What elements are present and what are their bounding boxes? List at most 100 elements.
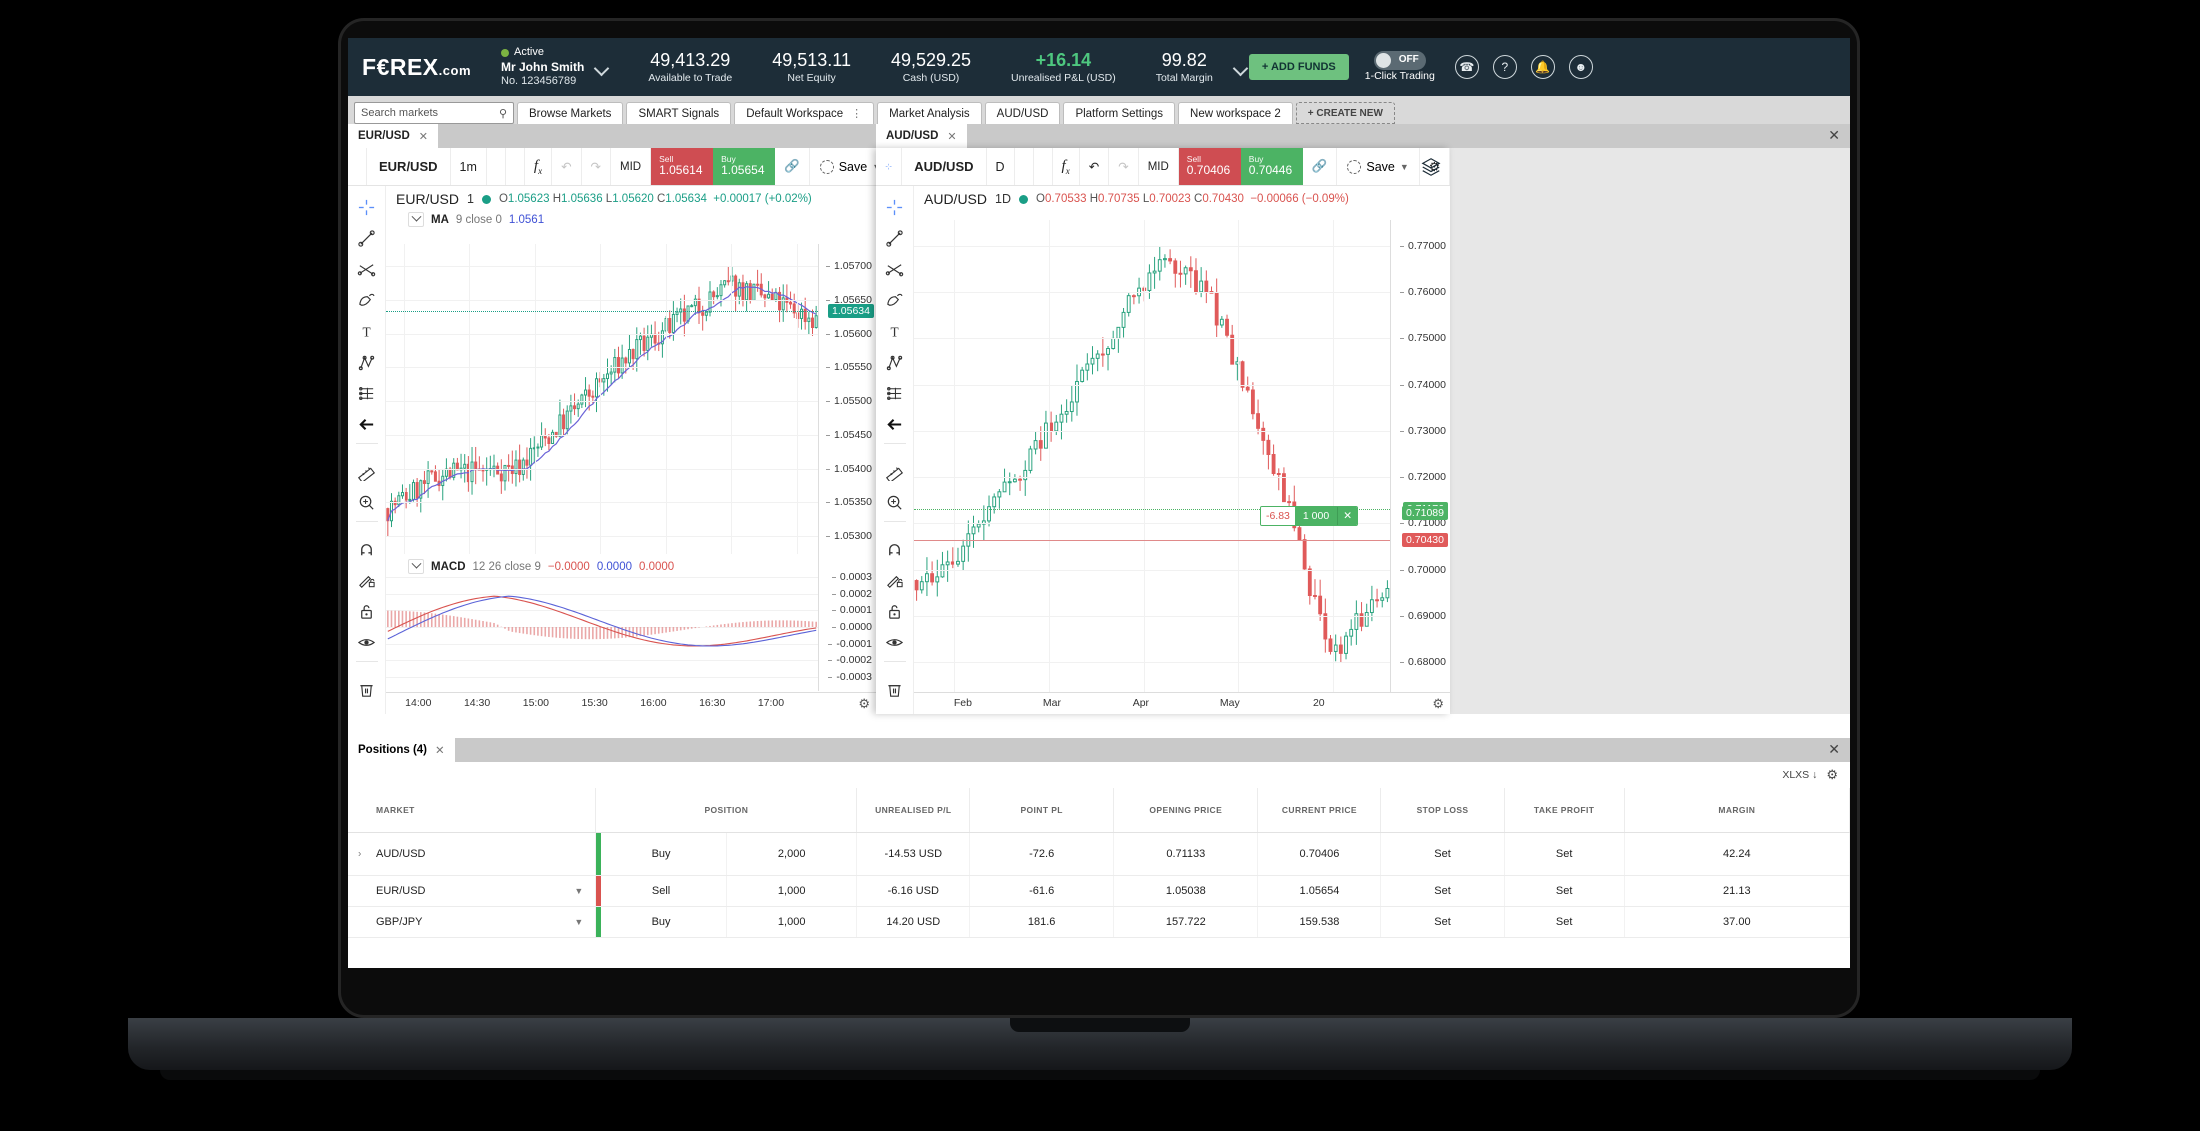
- fork-lines-tool-icon[interactable]: [880, 254, 910, 284]
- col-current-price[interactable]: CURRENT PRICE: [1257, 788, 1382, 833]
- col-unrealised-pl[interactable]: UNREALISED P/L: [856, 788, 971, 833]
- forex-logo[interactable]: F€REX.com: [362, 54, 471, 81]
- macd-plot-eurusd[interactable]: 0.0003 0.0002 0.0001 0.0000 -0.0001 -0.0002 -0…: [386, 553, 876, 691]
- col-margin[interactable]: MARGIN: [1624, 788, 1850, 833]
- chevron-down-icon[interactable]: ▼: [574, 886, 583, 896]
- col-market[interactable]: MARKET: [348, 788, 597, 833]
- text-tool-icon[interactable]: T: [880, 316, 910, 346]
- col-point-pl[interactable]: POINT PL: [969, 788, 1115, 833]
- add-indicator-icon[interactable]: [1034, 148, 1053, 185]
- ruler-tool-icon[interactable]: [880, 456, 910, 486]
- text-tool-icon[interactable]: T: [352, 316, 382, 346]
- undo-icon[interactable]: ↶: [552, 148, 582, 185]
- pencil-lock-icon[interactable]: [880, 565, 910, 595]
- price-level-badge[interactable]: 0.70430: [1402, 533, 1448, 548]
- magnet-tool-icon[interactable]: [352, 534, 382, 564]
- arrow-tool-icon[interactable]: [352, 409, 382, 439]
- function-icon[interactable]: fx: [1053, 148, 1080, 185]
- price-plot-audusd[interactable]: -6.83 1 000 ✕ 0.77000 0.76000 0.75000 0.74000 0…: [914, 220, 1450, 692]
- mid-price-label[interactable]: MID: [611, 148, 652, 185]
- pencil-lock-icon[interactable]: [352, 565, 382, 595]
- search-input[interactable]: Search markets ⚲: [354, 102, 514, 124]
- workspace-tab-market-analysis[interactable]: Market Analysis: [877, 102, 982, 124]
- close-icon[interactable]: ✕: [435, 743, 445, 757]
- workspace-tab-smart-signals[interactable]: SMART Signals: [626, 102, 732, 124]
- undo-icon[interactable]: ↶: [1080, 148, 1110, 185]
- open-position-marker[interactable]: -6.83 1 000 ✕: [1259, 506, 1358, 527]
- workspace-tab-platform-settings[interactable]: Platform Settings: [1063, 102, 1176, 124]
- lock-icon[interactable]: [352, 596, 382, 626]
- eye-visibility-icon[interactable]: [352, 627, 382, 657]
- save-chart-button-audusd[interactable]: Save ▼: [1337, 148, 1420, 185]
- crosshair-tool-icon[interactable]: [352, 192, 382, 222]
- link-icon[interactable]: 🔗: [1303, 148, 1338, 185]
- marker-close-icon[interactable]: ✕: [1337, 507, 1357, 526]
- buy-button-eurusd[interactable]: Buy 1.05654: [713, 148, 776, 185]
- cell-stop-loss[interactable]: Set: [1380, 906, 1505, 938]
- expand-row-icon[interactable]: ›: [358, 849, 361, 860]
- fibonacci-tool-icon[interactable]: [880, 378, 910, 408]
- delete-trash-icon[interactable]: [352, 674, 382, 704]
- sell-button-audusd[interactable]: Sell 0.70406: [1178, 148, 1241, 185]
- function-icon[interactable]: fx: [525, 148, 553, 185]
- pitchfork-tool-icon[interactable]: [880, 347, 910, 377]
- cell-stop-loss[interactable]: Set: [1380, 875, 1505, 907]
- user-icon[interactable]: ☻: [1568, 55, 1593, 79]
- stats-chevron-down-icon[interactable]: [1233, 59, 1249, 75]
- panel-tab-audusd[interactable]: AUD/USD ✕: [876, 124, 967, 148]
- cell-take-profit[interactable]: Set: [1504, 832, 1625, 876]
- price-axis-audusd[interactable]: 0.77000 0.76000 0.75000 0.74000 0.73000 0.720…: [1390, 220, 1450, 692]
- one-click-toggle[interactable]: OFF: [1373, 50, 1426, 70]
- panel-tab-eurusd[interactable]: EUR/USD ✕: [348, 124, 438, 148]
- help-icon[interactable]: ?: [1492, 55, 1517, 79]
- lock-icon[interactable]: [880, 596, 910, 626]
- zoom-tool-icon[interactable]: [352, 487, 382, 517]
- current-price-badge[interactable]: 1.05634: [828, 303, 874, 318]
- magnet-tool-icon[interactable]: [880, 534, 910, 564]
- pitchfork-tool-icon[interactable]: [352, 347, 382, 377]
- price-axis-eurusd[interactable]: 1.05700 1.05650 1.05600 1.05550 1.05500 1.054…: [818, 244, 876, 554]
- chevron-down-icon[interactable]: ▼: [574, 917, 583, 927]
- positions-panel-close-icon[interactable]: ✕: [1828, 741, 1840, 758]
- col-opening-price[interactable]: OPENING PRICE: [1113, 788, 1259, 833]
- indicator-collapse-icon[interactable]: [408, 212, 424, 227]
- account-chevron-down-icon[interactable]: [594, 59, 610, 75]
- redo-icon[interactable]: ↷: [1109, 148, 1139, 185]
- close-icon[interactable]: ✕: [947, 130, 956, 143]
- kebab-menu-icon[interactable]: ⋮: [851, 107, 862, 120]
- chart-symbol-eurusd[interactable]: EUR/USD: [367, 148, 451, 185]
- cell-market[interactable]: GBP/JPY ▼: [348, 906, 597, 938]
- cell-take-profit[interactable]: Set: [1504, 906, 1625, 938]
- workspace-tab-audusd[interactable]: AUD/USD: [984, 102, 1061, 124]
- arrow-tool-icon[interactable]: [880, 409, 910, 439]
- delete-trash-icon[interactable]: [880, 674, 910, 704]
- fibonacci-tool-icon[interactable]: [352, 378, 382, 408]
- cell-stop-loss[interactable]: Set: [1380, 832, 1505, 876]
- zoom-tool-icon[interactable]: [880, 487, 910, 517]
- layers-icon[interactable]: [1418, 154, 1444, 180]
- export-xlsx-button[interactable]: XLXS ↓: [1782, 769, 1817, 781]
- add-funds-button[interactable]: + ADD FUNDS: [1248, 54, 1349, 80]
- cell-market[interactable]: EUR/USD ▼: [348, 875, 597, 907]
- account-summary[interactable]: Active Mr John Smith No. 123456789: [501, 46, 584, 89]
- panel-close-icon[interactable]: ✕: [1828, 127, 1840, 144]
- table-row[interactable]: GBP/JPY ▼ Buy 1,000 14.20 USD 181.6 157.722 159…: [348, 906, 1850, 938]
- eye-visibility-icon[interactable]: [880, 627, 910, 657]
- time-axis-eurusd[interactable]: ⚙ 14:00 14:30 15:00 15:30 16:00 16:30 17:00: [386, 692, 876, 714]
- cell-take-profit[interactable]: Set: [1504, 875, 1625, 907]
- time-axis-audusd[interactable]: ⚙ Feb Mar Apr May 20: [914, 692, 1450, 714]
- timeframe-selector-audusd[interactable]: D: [987, 148, 1015, 185]
- table-row[interactable]: EUR/USD ▼ Sell 1,000 -6.16 USD -61.6 1.05038 1.…: [348, 875, 1850, 907]
- trend-line-tool-icon[interactable]: [880, 223, 910, 253]
- trend-line-tool-icon[interactable]: [352, 223, 382, 253]
- candle-type-icon[interactable]: [487, 148, 506, 185]
- workspace-tab-browse-markets[interactable]: Browse Markets: [517, 102, 624, 124]
- workspace-tab-default-workspace[interactable]: Default Workspace ⋮: [734, 102, 875, 124]
- link-icon[interactable]: 🔗: [775, 148, 810, 185]
- timeframe-selector-eurusd[interactable]: 1m: [451, 148, 487, 185]
- sell-button-eurusd[interactable]: Sell 1.05614: [651, 148, 714, 185]
- chart-symbol-audusd[interactable]: AUD/USD: [902, 148, 987, 185]
- price-plot-eurusd[interactable]: 1.05700 1.05650 1.05600 1.05550 1.05500 1.054…: [386, 244, 876, 554]
- chevron-down-icon[interactable]: ▼: [1400, 162, 1409, 172]
- ruler-tool-icon[interactable]: [352, 456, 382, 486]
